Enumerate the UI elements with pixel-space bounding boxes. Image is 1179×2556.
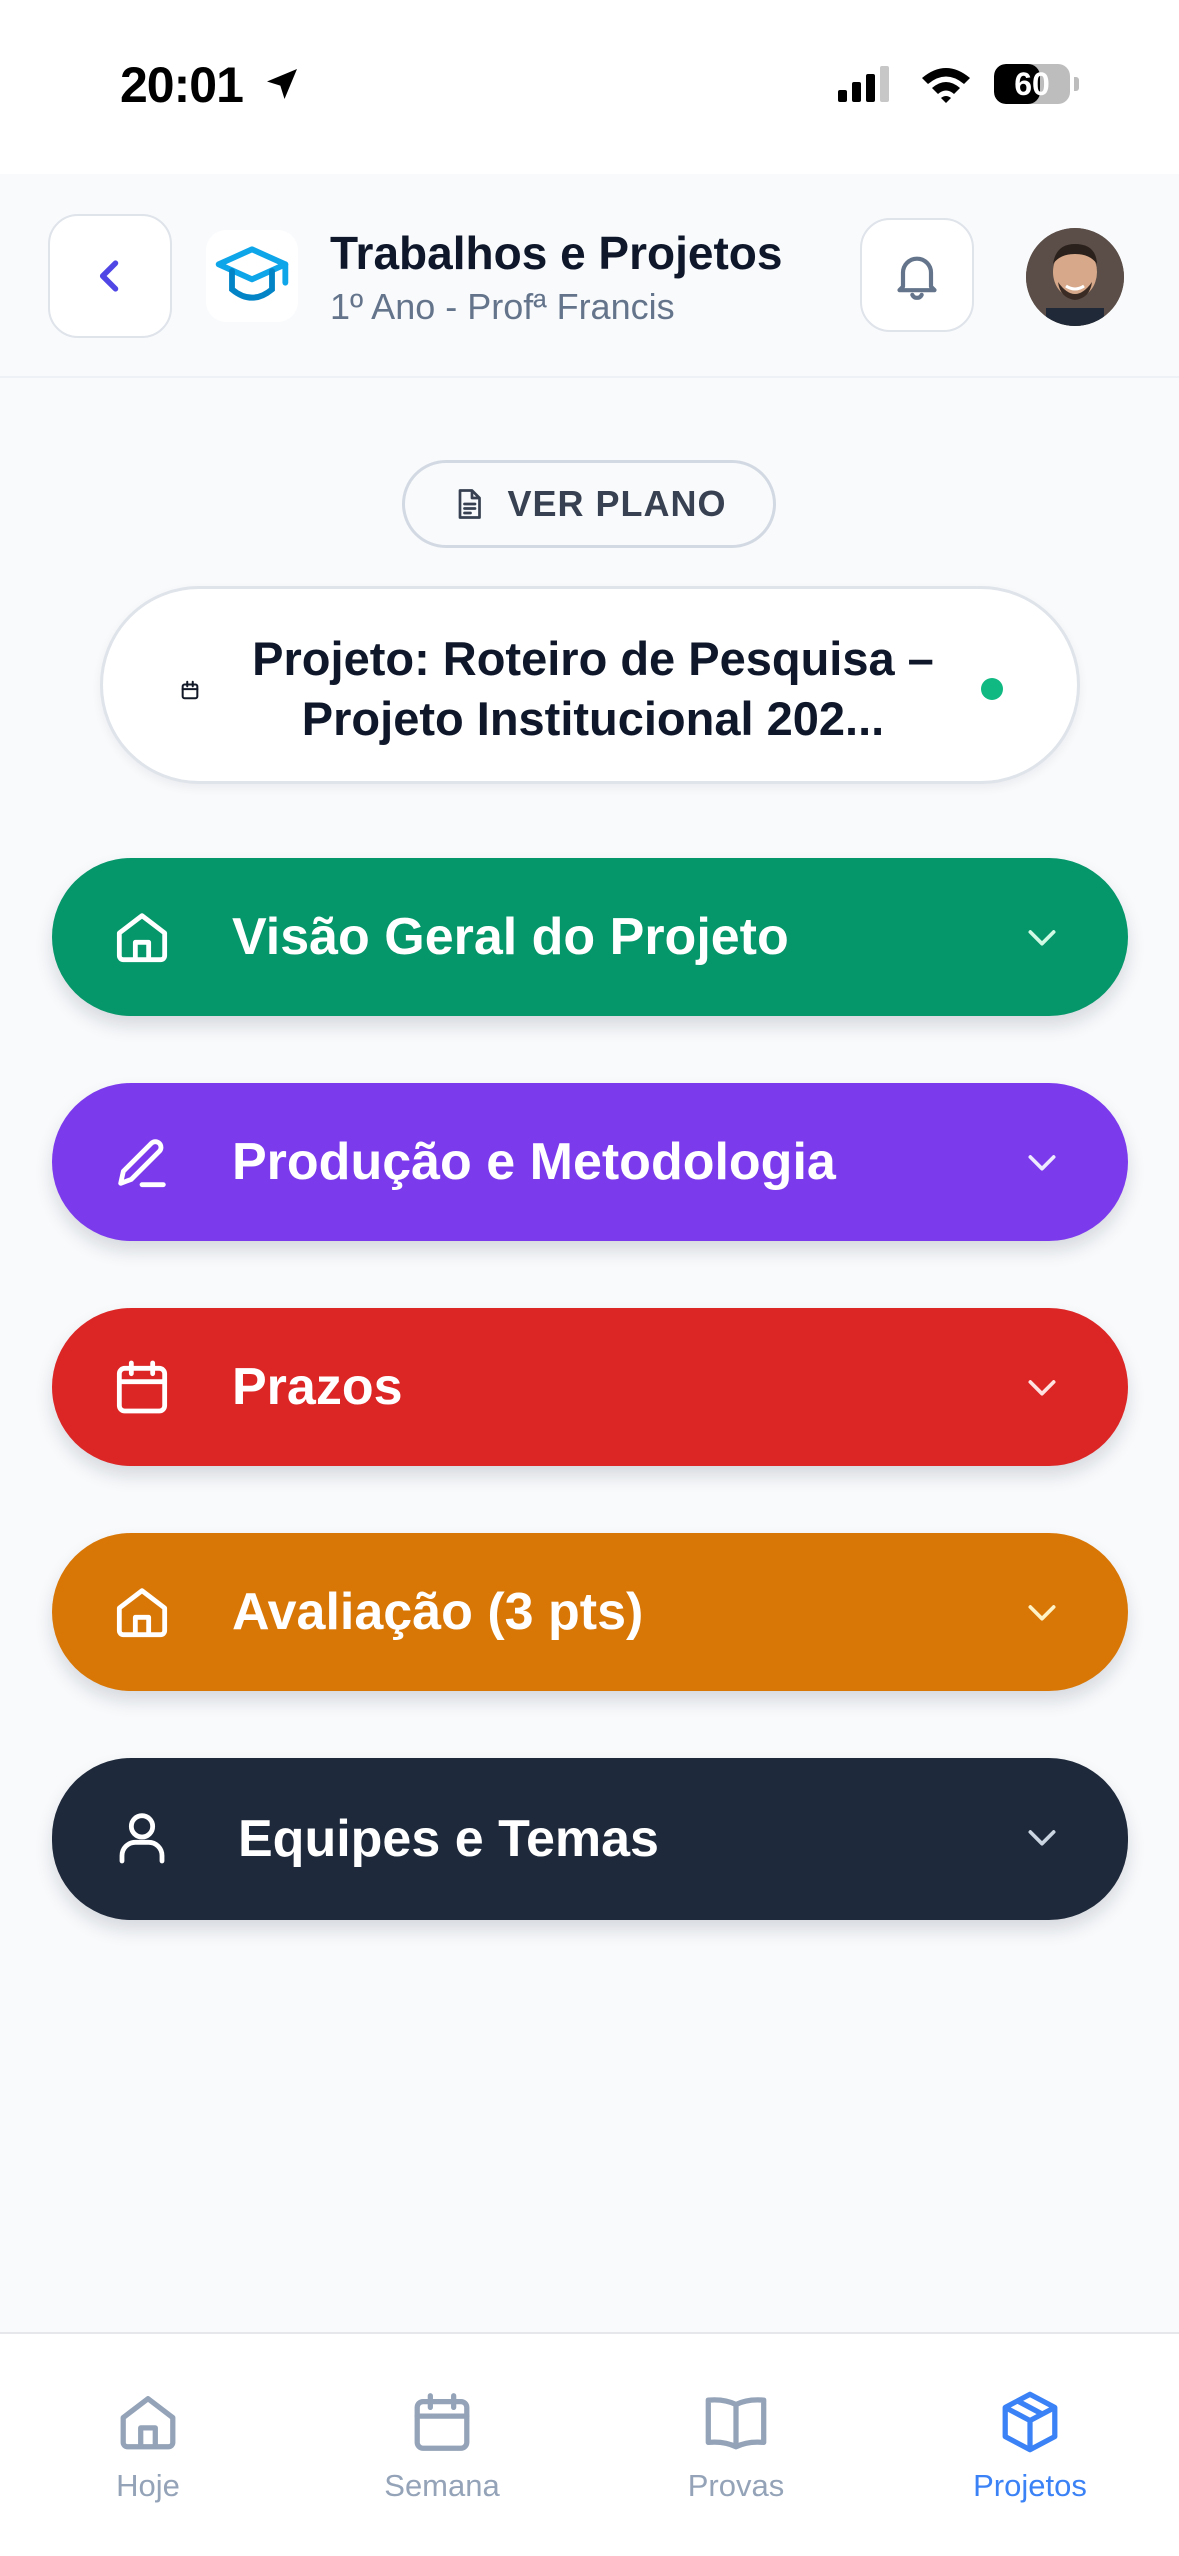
tab-provas[interactable]: Provas: [616, 2386, 856, 2504]
project-status-dot: [981, 678, 1003, 700]
section-label: Produção e Metodologia: [232, 1133, 836, 1191]
box-icon: [1002, 2391, 1058, 2453]
view-plan-button[interactable]: VER PLANO: [402, 460, 776, 548]
page-subtitle: 1º Ano - Profª Francis: [330, 286, 675, 327]
project-title: Projeto: Roteiro de Pesquisa – Projeto I…: [252, 632, 934, 745]
tab-label: Projetos: [973, 2468, 1087, 2503]
cellular-signal-icon: [838, 66, 889, 102]
document-icon: [459, 489, 482, 519]
avatar[interactable]: [1026, 228, 1124, 326]
status-bar: 20:01 60: [0, 0, 1179, 174]
chevron-down-icon: [1028, 1605, 1056, 1621]
user-icon: [119, 1813, 165, 1864]
pencil-icon: [118, 1139, 166, 1188]
back-button[interactable]: [48, 214, 172, 338]
chevron-down-icon: [1028, 1155, 1056, 1171]
graduation-cap-icon: [206, 230, 298, 322]
tab-hoje[interactable]: Hoje: [28, 2386, 268, 2504]
home-icon: [116, 1588, 168, 1638]
page-title: Trabalhos e Projetos: [330, 227, 783, 279]
tab-label: Provas: [687, 2468, 785, 2503]
tab-semana[interactable]: Semana: [322, 2386, 562, 2504]
location-arrow-icon: [267, 69, 297, 99]
book-icon: [705, 2397, 767, 2450]
section-prazos[interactable]: Prazos: [52, 1308, 1128, 1466]
chevron-down-icon: [1028, 930, 1056, 946]
section-avaliacao[interactable]: Avaliação (3 pts): [52, 1533, 1128, 1691]
calendar-icon: [116, 1360, 168, 1414]
section-label: Equipes e Temas: [238, 1810, 659, 1868]
bell-icon: [897, 256, 937, 300]
bottom-tab-bar: Hoje Semana Provas Projetos: [0, 2332, 1179, 2556]
project-selector[interactable]: Projeto: Roteiro de Pesquisa – Projeto I…: [100, 586, 1080, 784]
home-icon: [120, 2396, 176, 2450]
tab-label: Hoje: [116, 2468, 180, 2503]
view-plan-label: VER PLANO: [507, 483, 727, 524]
section-label: Visão Geral do Projeto: [232, 908, 789, 966]
chevron-down-icon: [1028, 1830, 1056, 1846]
status-time: 20:01: [120, 57, 244, 113]
status-indicators: 60: [838, 64, 1079, 104]
section-producao-metodologia[interactable]: Produção e Metodologia: [52, 1083, 1128, 1241]
section-label: Avaliação (3 pts): [232, 1583, 644, 1641]
notifications-button[interactable]: [860, 218, 974, 332]
home-icon: [116, 913, 168, 963]
tab-projetos[interactable]: Projetos: [910, 2386, 1150, 2504]
small-calendar-icon: [181, 680, 199, 700]
wifi-icon: [922, 68, 970, 103]
section-equipes-temas[interactable]: Equipes e Temas: [52, 1758, 1128, 1920]
tab-label: Semana: [384, 2468, 500, 2503]
chevron-left-icon: [99, 260, 119, 292]
section-label: Prazos: [232, 1358, 403, 1416]
app-header: Trabalhos e Projetos 1º Ano - Profª Fran…: [0, 174, 1179, 378]
battery-tip: [1074, 77, 1079, 91]
calendar-icon: [414, 2393, 470, 2451]
battery-icon: 60: [994, 64, 1070, 104]
section-visao-geral[interactable]: Visão Geral do Projeto: [52, 858, 1128, 1016]
chevron-down-icon: [1028, 1380, 1056, 1396]
battery-level: 60: [1014, 66, 1050, 102]
